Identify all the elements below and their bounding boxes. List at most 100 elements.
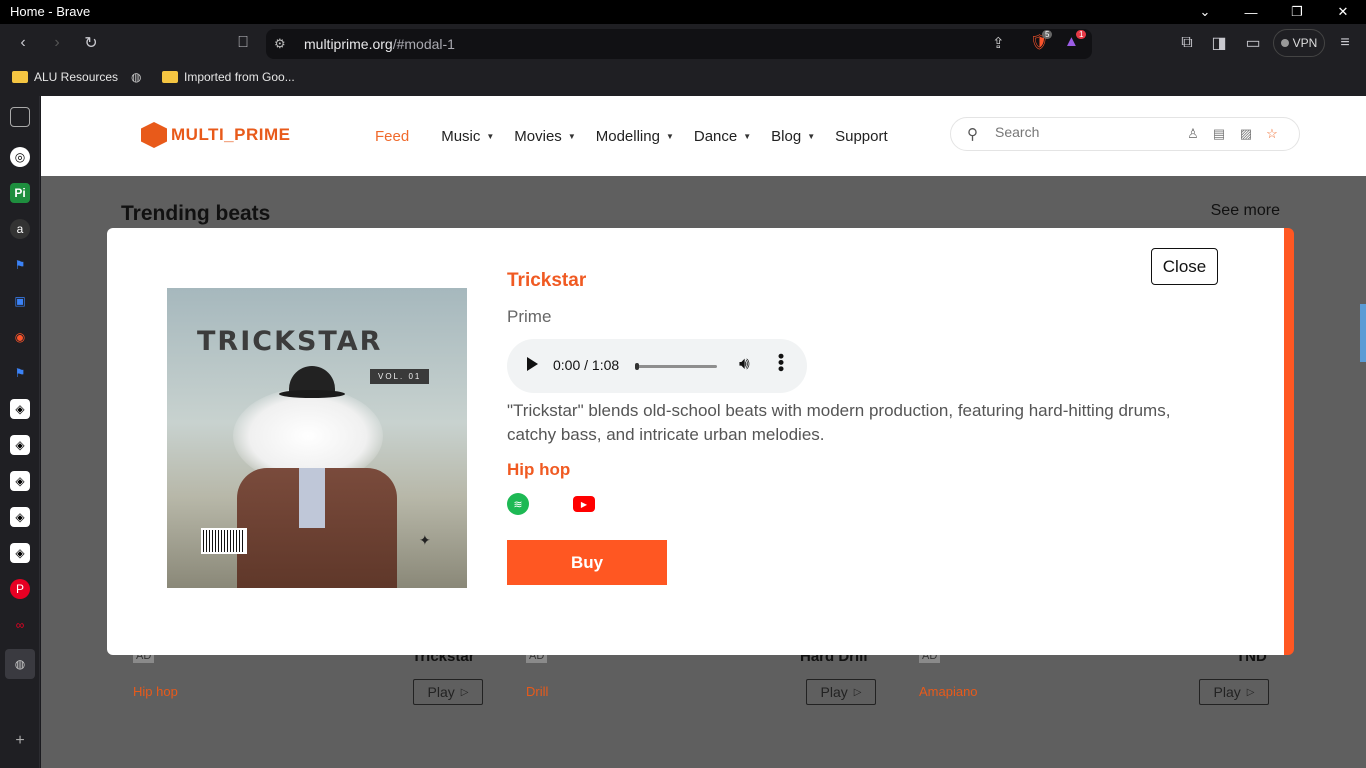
- nav-blog[interactable]: Blog ▼: [771, 128, 815, 145]
- add-icon[interactable]: +: [10, 731, 30, 751]
- cover-shirt: [299, 468, 325, 528]
- caret-down-icon: ▼: [567, 132, 576, 141]
- play-icon: ▷: [460, 686, 469, 698]
- notification-app-icon[interactable]: ▣: [10, 291, 30, 311]
- logo-icon: [141, 122, 167, 148]
- codepen-icon[interactable]: ◈: [10, 543, 30, 563]
- window-title: Home - Brave: [10, 4, 91, 19]
- play-icon[interactable]: [527, 357, 538, 371]
- search-input[interactable]: [995, 124, 1175, 140]
- browser-toolbar: ‹ › ↻ ⎕ ⚙ multiprime.org/#modal-1 ⇪ 🛡 5 …: [0, 24, 1366, 62]
- extensions-icon[interactable]: ⧉: [1174, 30, 1200, 56]
- bookmark-label: ALU Resources: [34, 70, 119, 84]
- globe-icon[interactable]: ◍: [5, 649, 35, 679]
- spotify-icon[interactable]: ≋: [507, 493, 529, 515]
- bookmark-alu-resources[interactable]: ALU Resources: [12, 70, 118, 84]
- cover-volume-label: VOL. 01: [370, 369, 430, 384]
- nav-support[interactable]: Support: [835, 128, 888, 145]
- forward-icon[interactable]: ›: [44, 30, 70, 56]
- search-icon[interactable]: ⚲: [967, 125, 978, 143]
- caret-down-icon: ▼: [807, 132, 816, 141]
- play-button[interactable]: Play ▷: [413, 679, 483, 705]
- barcode-icon: [201, 528, 247, 554]
- vpn-button[interactable]: VPN: [1273, 29, 1325, 57]
- nav-movies[interactable]: Movies ▼: [514, 128, 575, 145]
- back-icon[interactable]: ‹: [10, 30, 36, 56]
- play-button[interactable]: Play ▷: [1199, 679, 1269, 705]
- codepen-icon[interactable]: ◈: [10, 471, 30, 491]
- document-icon[interactable]: ▤: [1211, 126, 1227, 142]
- nav-music[interactable]: Music ▼: [441, 128, 494, 145]
- wallet-icon[interactable]: ▭: [1240, 30, 1266, 56]
- share-icon[interactable]: ⇪: [992, 34, 1005, 52]
- play-button[interactable]: Play ▷: [806, 679, 876, 705]
- audio-time: 0:00 / 1:08: [553, 357, 620, 373]
- folder-icon: [12, 71, 28, 83]
- site-search: ⚲ ♙ ▤ ▨ ☆: [950, 117, 1300, 151]
- image-icon[interactable]: ▨: [1238, 126, 1254, 142]
- modal-genre: Hip hop: [507, 460, 571, 479]
- apple-music-icon[interactable]: [541, 493, 563, 515]
- more-options-icon[interactable]: •••: [771, 353, 791, 372]
- web-page: MULTI_PRIME Feed Music ▼ Movies ▼ Modellin…: [41, 96, 1366, 768]
- folder-icon: [162, 71, 178, 83]
- minimize-icon[interactable]: —: [1228, 0, 1274, 24]
- sidebar-panel-icon[interactable]: [10, 107, 30, 127]
- reload-icon[interactable]: ↻: [78, 30, 104, 56]
- pinterest-icon[interactable]: P: [10, 579, 30, 599]
- shield-count-badge: 5: [1042, 30, 1053, 39]
- nav-feed[interactable]: Feed: [375, 128, 409, 145]
- codepen-icon[interactable]: ◈: [10, 435, 30, 455]
- bookmark-icon[interactable]: ⎕: [230, 30, 256, 56]
- chatgpt-icon[interactable]: ◎: [10, 147, 30, 167]
- modal-title: Trickstar: [507, 270, 587, 291]
- url-text[interactable]: multiprime.org/#modal-1: [304, 36, 455, 52]
- pi-app-icon[interactable]: Pi: [10, 183, 30, 203]
- main-nav: Feed Music ▼ Movies ▼ Modelling ▼ Dance ▼ Bl…: [375, 128, 908, 145]
- menu-icon[interactable]: ≡: [1332, 30, 1358, 56]
- see-more-link[interactable]: See more: [1211, 202, 1280, 220]
- codepen-icon[interactable]: ◈: [10, 507, 30, 527]
- cover-hat-brim: [279, 390, 345, 398]
- logo-text: MULTI_PRIME: [171, 125, 291, 144]
- youtube-icon[interactable]: ▶: [573, 496, 595, 512]
- sparkle-icon: ✦: [419, 532, 431, 548]
- audio-progress[interactable]: [635, 363, 717, 370]
- brave-icon[interactable]: ◉: [10, 327, 30, 347]
- nav-dance[interactable]: Dance ▼: [694, 128, 751, 145]
- audio-player: 0:00 / 1:08 🔊︎ •••: [507, 339, 807, 393]
- caret-down-icon: ▼: [743, 132, 752, 141]
- volume-icon[interactable]: 🔊︎: [739, 354, 750, 374]
- progress-knob[interactable]: [635, 363, 639, 370]
- window-titlebar: Home - Brave ⌄ — ❐ ✕: [0, 0, 1366, 24]
- card-genre: Amapiano: [919, 684, 978, 699]
- star-icon[interactable]: ☆: [1264, 126, 1280, 142]
- restore-icon[interactable]: ❐: [1274, 0, 1320, 24]
- bookmark-imported[interactable]: Imported from Goo...: [162, 70, 295, 84]
- site-logo[interactable]: MULTI_PRIME: [141, 122, 290, 148]
- buy-button[interactable]: Buy: [507, 540, 667, 585]
- sidebar-toggle-icon[interactable]: ◨: [1206, 30, 1232, 56]
- bookmarks-bar: ALU Resources ◍ Imported from Goo...: [0, 62, 1366, 96]
- modal-artist: Prime: [507, 307, 552, 326]
- address-bar[interactable]: ⚙ multiprime.org/#modal-1 ⇪ 🛡 5 ▲ 1: [266, 29, 1092, 59]
- nav-modelling[interactable]: Modelling ▼: [596, 128, 674, 145]
- chevron-down-icon[interactable]: ⌄: [1182, 0, 1228, 24]
- codepen-icon[interactable]: ◈: [10, 399, 30, 419]
- scrollbar-thumb[interactable]: [1360, 304, 1366, 362]
- flag-icon[interactable]: ⚑: [10, 363, 30, 383]
- section-title: Trending beats: [121, 202, 271, 225]
- rewards-count-badge: 1: [1076, 30, 1087, 39]
- caret-down-icon: ▼: [665, 132, 674, 141]
- site-settings-icon[interactable]: ⚙: [274, 36, 290, 52]
- amazon-icon[interactable]: a: [10, 219, 30, 239]
- card-genre: Hip hop: [133, 684, 178, 699]
- flag-icon[interactable]: ⚑: [10, 255, 30, 275]
- globe-icon[interactable]: ◍: [131, 70, 141, 84]
- play-icon: ▷: [1246, 686, 1255, 698]
- close-window-icon[interactable]: ✕: [1320, 0, 1366, 24]
- bookmark-label: Imported from Goo...: [184, 70, 295, 84]
- close-button[interactable]: Close: [1151, 248, 1218, 285]
- user-icon[interactable]: ♙: [1185, 126, 1201, 142]
- link-app-icon[interactable]: ∞: [10, 615, 30, 635]
